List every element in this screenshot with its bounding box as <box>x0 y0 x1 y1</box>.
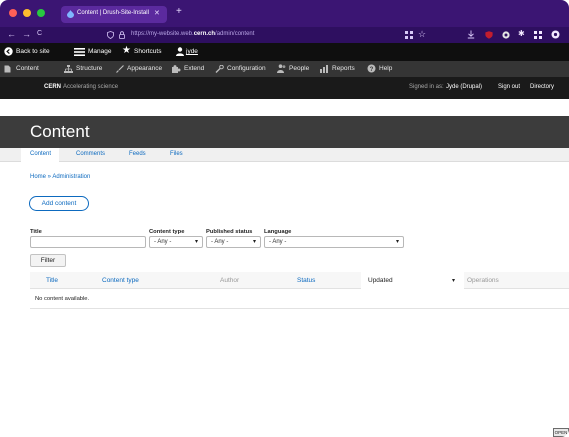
url-domain: cern.ch <box>193 31 216 37</box>
open-badge[interactable]: OPEN <box>553 428 569 437</box>
user-icon[interactable] <box>176 47 184 56</box>
column-header-content-type[interactable]: Content type <box>102 277 139 284</box>
column-header-operations: Operations <box>467 277 499 284</box>
content-type-select[interactable]: - Any - ▾ <box>149 236 203 248</box>
hamburger-menu-icon[interactable] <box>74 48 85 56</box>
title-filter-label: Title <box>30 229 42 235</box>
browser-tab-active[interactable]: Content | Drush-Site-Install ✕ <box>61 6 167 23</box>
ublock-extension-icon[interactable] <box>485 31 493 39</box>
maximize-window-button[interactable] <box>37 9 45 17</box>
published-status-filter-label: Published status <box>206 229 253 235</box>
content-type-value: - Any - <box>154 239 172 245</box>
back-circle-icon[interactable] <box>4 47 13 56</box>
download-icon[interactable] <box>467 30 475 39</box>
tab-title: Content | Drush-Site-Install <box>77 10 149 16</box>
shortcuts-star-icon[interactable]: ★ <box>122 45 131 56</box>
column-header-status[interactable]: Status <box>297 277 315 284</box>
structure-icon <box>64 65 73 73</box>
extend-puzzle-icon <box>172 65 181 73</box>
people-icon <box>277 64 287 73</box>
shield-icon[interactable] <box>107 31 114 39</box>
configuration-wrench-icon <box>215 65 224 73</box>
cern-header-bar: CERN Accelerating science Signed in as: … <box>0 77 569 99</box>
tab-content[interactable]: Content <box>30 151 51 157</box>
signed-in-label: Signed in as: <box>409 84 444 90</box>
menu-structure[interactable]: Structure <box>76 65 102 72</box>
minimize-window-button[interactable] <box>23 9 31 17</box>
manage-tab[interactable]: Manage <box>88 48 112 55</box>
bookmark-star-icon[interactable]: ☆ <box>418 29 426 40</box>
back-arrow-icon[interactable]: ← <box>7 29 16 39</box>
menu-reports[interactable]: Reports <box>332 65 355 72</box>
sign-out-link[interactable]: Sign out <box>498 84 520 90</box>
extension-circle-icon[interactable] <box>502 31 510 39</box>
browser-tab-bar: Content | Drush-Site-Install ✕ + <box>0 0 569 27</box>
close-window-button[interactable] <box>9 9 17 17</box>
menu-help[interactable]: Help <box>379 65 392 72</box>
tab-files[interactable]: Files <box>170 151 183 157</box>
sort-descending-icon: ▾ <box>452 278 456 284</box>
chevron-down-icon: ▾ <box>252 239 256 245</box>
browser-window: Content | Drush-Site-Install ✕ + ← → C h… <box>0 0 569 437</box>
page-title: Content <box>30 122 90 141</box>
directory-link[interactable]: Directory <box>530 84 554 90</box>
forward-arrow-icon[interactable]: → <box>22 29 31 39</box>
column-header-title[interactable]: Title <box>46 277 58 284</box>
extensions-grid-icon[interactable] <box>534 31 542 39</box>
drupal-toolbar: Back to site Manage ★ Shortcuts jyde <box>0 43 569 61</box>
menu-configuration[interactable]: Configuration <box>227 65 266 72</box>
language-select[interactable]: - Any - ▾ <box>264 236 404 248</box>
account-icon[interactable] <box>551 30 560 39</box>
column-header-author: Author <box>220 277 240 284</box>
chevron-down-icon: ▾ <box>395 239 399 245</box>
menu-appearance[interactable]: Appearance <box>127 65 162 72</box>
url-prefix: https://my-website.web. <box>131 31 194 37</box>
menu-content[interactable]: Content <box>16 65 39 72</box>
cern-tagline: Accelerating science <box>63 84 119 90</box>
add-content-button[interactable]: Add content <box>29 196 89 211</box>
lock-icon[interactable] <box>119 31 125 39</box>
reload-icon[interactable]: C <box>37 30 42 37</box>
language-filter-label: Language <box>264 229 292 235</box>
breadcrumb[interactable]: Home » Administration <box>30 174 90 180</box>
filter-button[interactable]: Filter <box>30 254 66 267</box>
menu-extend[interactable]: Extend <box>184 65 204 72</box>
new-tab-button[interactable]: + <box>176 6 182 17</box>
table-row: No content available. <box>30 289 569 309</box>
tab-feeds[interactable]: Feeds <box>129 151 146 157</box>
language-value: - Any - <box>269 239 287 245</box>
signed-in-user: Jyde (Drupal) <box>446 84 483 90</box>
menu-people[interactable]: People <box>289 65 309 72</box>
column-header-updated[interactable]: Updated <box>368 277 393 284</box>
qr-code-icon[interactable] <box>405 31 413 39</box>
content-type-filter-label: Content type <box>149 229 185 235</box>
published-status-value: - Any - <box>211 239 229 245</box>
url-path: /admin/content <box>215 31 255 37</box>
url-input[interactable]: https://my-website.web.cern.ch/admin/con… <box>131 31 254 37</box>
help-circle-icon: ? <box>367 64 376 73</box>
admin-menu-bar: Content Structure Appearance Extend Conf… <box>0 61 569 77</box>
reports-bar-chart-icon <box>320 65 328 73</box>
tab-comments[interactable]: Comments <box>76 151 105 157</box>
browser-url-bar: ← → C https://my-website.web.cern.ch/adm… <box>0 27 569 43</box>
tab-close-icon[interactable]: ✕ <box>154 9 160 17</box>
content-file-icon <box>4 65 11 73</box>
shortcuts-tab[interactable]: Shortcuts <box>134 48 161 55</box>
page-title-block: Content <box>0 116 569 148</box>
cern-brand[interactable]: CERN <box>44 84 61 90</box>
extension-gear-icon[interactable]: ✱ <box>518 29 525 38</box>
drupal-favicon-icon <box>67 10 74 18</box>
published-status-select[interactable]: - Any - ▾ <box>206 236 261 248</box>
user-tab[interactable]: jyde <box>186 48 198 55</box>
chevron-down-icon: ▾ <box>194 239 198 245</box>
back-to-site-link[interactable]: Back to site <box>16 48 50 55</box>
title-filter-input[interactable] <box>30 236 146 248</box>
appearance-brush-icon <box>116 65 124 73</box>
svg-text:?: ? <box>370 67 374 73</box>
empty-table-message: No content available. <box>35 296 90 302</box>
table-header: Title Content type Author Status Updated… <box>30 272 569 289</box>
